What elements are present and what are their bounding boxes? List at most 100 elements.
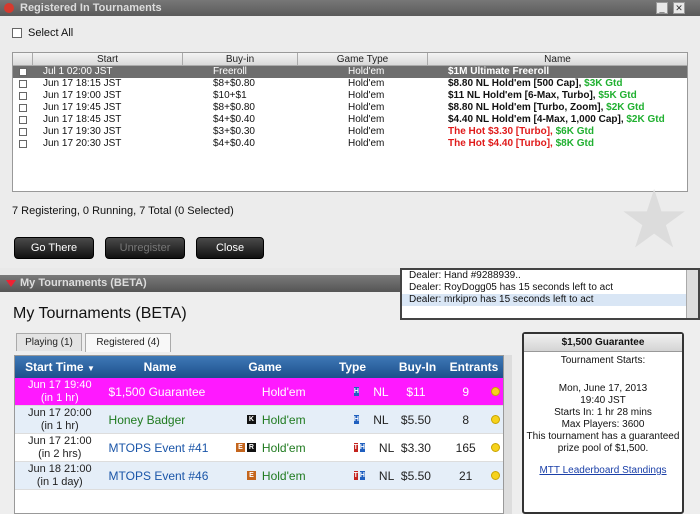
cell-game: Hold'em xyxy=(348,78,385,89)
col-check xyxy=(13,53,33,65)
game-t-icon: T xyxy=(353,471,358,480)
info-date: Mon, June 17, 2013 xyxy=(558,383,648,394)
status-smiley-icon xyxy=(491,415,501,424)
checkbox[interactable] xyxy=(19,140,27,148)
checkbox[interactable] xyxy=(19,128,27,136)
select-all-checkbox[interactable] xyxy=(12,28,22,38)
my-tournaments-bar[interactable]: My Tournaments (BETA) xyxy=(0,275,400,292)
unregister-button[interactable]: Unregister xyxy=(105,237,185,259)
cell-status xyxy=(488,378,503,405)
close-window-button[interactable]: ✕ xyxy=(673,2,685,14)
guarantee-label: $6K Gtd xyxy=(555,126,594,137)
col-start-time[interactable]: Start Time ▼ xyxy=(15,356,105,378)
cell-buyin: $8+$0.80 xyxy=(213,102,255,113)
dialog-title-text: Registered In Tournaments xyxy=(20,2,162,14)
status-smiley-icon xyxy=(491,387,501,396)
tournament-name: $1M Ultimate Freeroll xyxy=(448,66,550,77)
table-row[interactable]: Jun 17 19:40 (in 1 hr) $1,500 Guarantee Hol… xyxy=(15,378,503,406)
minimize-button[interactable]: _ xyxy=(656,2,668,14)
my-tournaments-body: Jun 17 19:40 (in 1 hr) $1,500 Guarantee Hol… xyxy=(15,378,503,490)
cell-buyin: $8+$0.80 xyxy=(213,78,255,89)
guarantee-label: $5K Gtd xyxy=(598,90,637,101)
col-name[interactable]: Name xyxy=(105,356,215,378)
star-watermark-icon: ★ xyxy=(618,175,690,264)
chat-line: Dealer: mrkipro has 15 seconds left to a… xyxy=(402,294,698,306)
table-row[interactable]: Jul 1 02:00 JST Freeroll Hold'em $1M Ultima… xyxy=(13,66,687,78)
table-row[interactable]: Jun 17 18:45 JST $4+$0.40 Hold'em $4.40 NL … xyxy=(13,114,687,126)
row-checkbox[interactable] xyxy=(13,126,33,138)
cell-game: Hold'em xyxy=(348,102,385,113)
table-row[interactable]: Jun 17 20:30 JST $4+$0.40 Hold'em The Hot $… xyxy=(13,138,687,150)
table-row[interactable]: Jun 17 19:45 JST $8+$0.80 Hold'em $8.80 NL … xyxy=(13,102,687,114)
leaderboard-link[interactable]: MTT Leaderboard Standings xyxy=(524,465,682,476)
cell-start-time: Jun 17 19:40 (in 1 hr) xyxy=(15,378,105,405)
table-row[interactable]: Jun 17 20:00 (in 1 hr) Honey Badger K Hold'e… xyxy=(15,406,503,434)
tournament-name: The Hot $4.40 [Turbo], xyxy=(448,138,556,149)
cell-name: $1M Ultimate Freeroll xyxy=(428,66,687,78)
checkbox[interactable] xyxy=(19,80,27,88)
checkbox[interactable] xyxy=(19,104,27,112)
row-checkbox[interactable] xyxy=(13,66,33,78)
info-time: 19:40 JST xyxy=(580,395,626,406)
cell-name: The Hot $4.40 [Turbo], $8K Gtd xyxy=(428,138,687,150)
col-entrants[interactable]: Entrants xyxy=(445,356,503,378)
row-checkbox[interactable] xyxy=(13,138,33,150)
info-title: $1,500 Guarantee xyxy=(524,334,682,352)
info-desc: This tournament has a guaranteed xyxy=(526,431,680,442)
cell-entrants: 9 xyxy=(462,385,470,399)
cell-buyin: $4+$0.40 xyxy=(213,138,255,149)
tournament-name: $8.80 NL Hold'em [500 Cap], xyxy=(448,78,585,89)
cell-start: Jul 1 02:00 JST xyxy=(43,66,113,77)
cell-status xyxy=(488,462,503,489)
select-all[interactable]: Select All xyxy=(12,27,73,39)
table-row[interactable]: Jun 17 19:30 JST $3+$0.30 Hold'em The Hot $… xyxy=(13,126,687,138)
col-buyin[interactable]: Buy-In xyxy=(390,356,445,378)
table-row[interactable]: Jun 17 18:15 JST $8+$0.80 Hold'em $8.80 NL … xyxy=(13,78,687,90)
row-checkbox[interactable] xyxy=(13,114,33,126)
registered-table-header: Start Buy-in Game Type Name xyxy=(13,53,687,66)
checkbox[interactable] xyxy=(19,92,27,100)
checkbox[interactable] xyxy=(19,68,27,76)
start-date: Jun 17 19:40 xyxy=(27,379,92,391)
cell-start: Jun 17 18:45 JST xyxy=(43,114,122,125)
game-label: Hold'em xyxy=(261,440,306,455)
col-buyin[interactable]: Buy-in xyxy=(183,53,298,65)
start-relative: (in 2 hrs) xyxy=(38,448,82,460)
checkbox[interactable] xyxy=(19,116,27,124)
row-checkbox[interactable] xyxy=(13,102,33,114)
col-name[interactable]: Name xyxy=(428,53,687,65)
cell-game: Hold'em xyxy=(348,138,385,149)
game-label: Hold'em xyxy=(261,468,306,483)
cell-entrants: 21 xyxy=(459,469,473,483)
cell-start-time: Jun 18 21:00 (in 1 day) xyxy=(15,462,105,489)
start-date: Jun 17 20:00 xyxy=(27,407,92,419)
collapse-arrow-icon[interactable] xyxy=(6,280,16,287)
table-scrollbar[interactable] xyxy=(504,355,512,514)
cell-game: E R Hold'em xyxy=(214,434,314,461)
tournament-name: $11 NL Hold'em [6-Max, Turbo], xyxy=(448,90,599,101)
table-row[interactable]: Jun 17 21:00 (in 2 hrs) MTOPS Event #41 E R H… xyxy=(15,434,503,462)
tournament-name: $4.40 NL Hold'em [4-Max, 1,000 Cap], xyxy=(448,114,627,125)
col-game-type[interactable]: Game Type xyxy=(298,53,428,65)
page-title: My Tournaments (BETA) xyxy=(13,305,187,322)
cell-buyin: Freeroll xyxy=(213,66,247,77)
tab-registered[interactable]: Registered (4) xyxy=(85,333,171,352)
type-label: NL xyxy=(373,412,389,427)
row-checkbox[interactable] xyxy=(13,78,33,90)
go-there-button[interactable]: Go There xyxy=(14,237,94,259)
start-date: Jun 17 21:00 xyxy=(27,435,92,447)
col-start[interactable]: Start xyxy=(33,53,183,65)
tournament-name: $8.80 NL Hold'em [Turbo, Zoom], xyxy=(448,102,607,113)
close-button[interactable]: Close xyxy=(196,237,264,259)
col-game[interactable]: Game xyxy=(215,356,315,378)
tab-playing[interactable]: Playing (1) xyxy=(16,333,82,351)
badge-k-icon: K xyxy=(246,415,256,424)
dealer-chat: Dealer: Hand #9288939.. Dealer: RoyDogg0… xyxy=(400,268,700,320)
cell-buyin: $5.50 xyxy=(400,469,431,483)
row-checkbox[interactable] xyxy=(13,90,33,102)
chat-scrollbar[interactable] xyxy=(686,270,698,318)
table-row[interactable]: Jun 18 21:00 (in 1 day) MTOPS Event #46 E Ho… xyxy=(15,462,503,490)
start-relative: (in 1 day) xyxy=(36,476,83,488)
col-type[interactable]: Type xyxy=(315,356,390,378)
table-row[interactable]: Jun 17 19:00 JST $10+$1 Hold'em $11 NL Hold… xyxy=(13,90,687,102)
